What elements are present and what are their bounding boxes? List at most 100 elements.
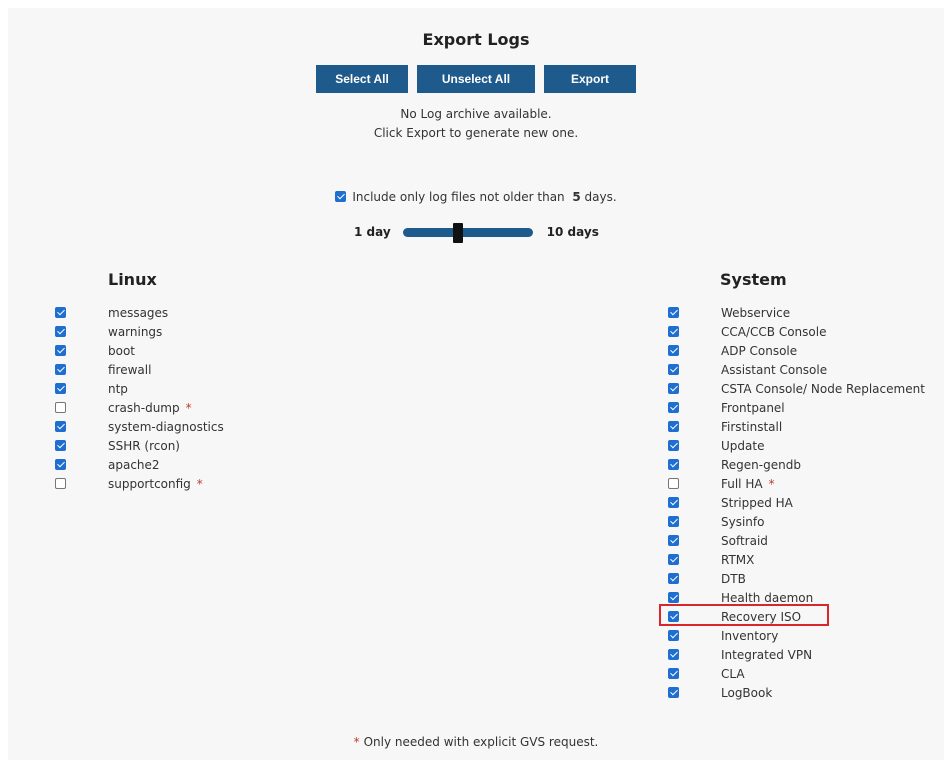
linux-log-item: system-diagnostics bbox=[8, 417, 468, 436]
linux-log-label: system-diagnostics bbox=[108, 419, 224, 434]
system-log-label: CSTA Console/ Node Replacement bbox=[721, 381, 925, 396]
system-log-item: CSTA Console/ Node Replacement bbox=[620, 379, 944, 398]
system-log-item: DTB bbox=[620, 569, 944, 588]
linux-log-label: ntp bbox=[108, 381, 128, 396]
system-log-checkbox[interactable] bbox=[668, 573, 679, 584]
linux-log-checkbox[interactable] bbox=[55, 345, 66, 356]
system-log-checkbox[interactable] bbox=[668, 554, 679, 565]
system-log-checkbox[interactable] bbox=[668, 383, 679, 394]
linux-log-checkbox[interactable] bbox=[55, 459, 66, 470]
slider-min-label: 1 day bbox=[354, 225, 391, 239]
system-log-checkbox[interactable] bbox=[668, 345, 679, 356]
linux-log-checkbox[interactable] bbox=[55, 307, 66, 318]
days-slider-track[interactable] bbox=[402, 222, 533, 243]
age-filter-suffix: days. bbox=[584, 190, 617, 204]
linux-log-label: apache2 bbox=[108, 457, 160, 472]
linux-log-item: warnings bbox=[8, 322, 468, 341]
linux-log-label: firewall bbox=[108, 362, 152, 377]
days-slider-row: 1 day 10 days bbox=[354, 220, 599, 244]
system-log-label: CCA/CCB Console bbox=[721, 324, 827, 339]
system-log-checkbox[interactable] bbox=[668, 478, 679, 489]
system-log-label: Integrated VPN bbox=[721, 647, 813, 662]
system-log-item: Integrated VPN bbox=[620, 645, 944, 664]
system-log-label: Firstinstall bbox=[721, 419, 783, 434]
linux-log-item: boot bbox=[8, 341, 468, 360]
linux-log-list: messages warnings boot firewall ntp crash-dum… bbox=[8, 303, 468, 493]
system-log-item: Full HA * bbox=[620, 474, 944, 493]
system-log-checkbox[interactable] bbox=[668, 307, 679, 318]
export-button[interactable]: Export bbox=[544, 65, 636, 93]
age-filter-days: 5 bbox=[572, 190, 581, 204]
system-log-checkbox[interactable] bbox=[668, 687, 679, 698]
system-log-item: Sysinfo bbox=[620, 512, 944, 531]
system-log-label: LogBook bbox=[721, 685, 773, 700]
linux-log-label: supportconfig * bbox=[108, 476, 203, 491]
age-filter-checkbox[interactable] bbox=[335, 191, 347, 202]
system-log-item: Inventory bbox=[620, 626, 944, 645]
status-message-line2: Click Export to generate new one. bbox=[373, 126, 579, 140]
system-log-item: Stripped HA bbox=[620, 493, 944, 512]
system-log-checkbox[interactable] bbox=[668, 649, 679, 660]
system-log-label: RTMX bbox=[721, 552, 755, 567]
system-log-item: Webservice bbox=[620, 303, 944, 322]
status-message-line1: No Log archive available. bbox=[400, 107, 552, 121]
page-title: Export Logs bbox=[422, 30, 530, 49]
footnote-star: * bbox=[353, 735, 360, 749]
system-log-checkbox[interactable] bbox=[668, 402, 679, 413]
slider-max-label: 10 days bbox=[546, 225, 599, 239]
unselect-all-button[interactable]: Unselect All bbox=[417, 65, 535, 93]
action-buttons: Select All Unselect All Export bbox=[8, 65, 944, 93]
linux-log-label: boot bbox=[108, 343, 136, 358]
system-log-checkbox[interactable] bbox=[668, 421, 679, 432]
system-log-checkbox[interactable] bbox=[668, 497, 679, 508]
system-log-checkbox[interactable] bbox=[668, 535, 679, 546]
system-log-checkbox[interactable] bbox=[668, 364, 679, 375]
system-log-label: Inventory bbox=[721, 628, 779, 643]
system-log-label: Regen-gendb bbox=[721, 457, 801, 472]
linux-log-item: firewall bbox=[8, 360, 468, 379]
linux-log-label: SSHR (rcon) bbox=[108, 438, 180, 453]
system-log-checkbox[interactable] bbox=[668, 326, 679, 337]
linux-log-item: supportconfig * bbox=[8, 474, 468, 493]
system-log-checkbox[interactable] bbox=[668, 516, 679, 527]
linux-log-checkbox[interactable] bbox=[55, 402, 66, 413]
linux-log-checkbox[interactable] bbox=[55, 421, 66, 432]
system-log-item: Softraid bbox=[620, 531, 944, 550]
system-log-checkbox[interactable] bbox=[668, 592, 679, 603]
system-log-checkbox[interactable] bbox=[668, 630, 679, 641]
linux-log-item: crash-dump * bbox=[8, 398, 468, 417]
linux-log-label: crash-dump * bbox=[108, 400, 192, 415]
select-all-button[interactable]: Select All bbox=[316, 65, 408, 93]
linux-log-checkbox[interactable] bbox=[55, 478, 66, 489]
system-log-item: ADP Console bbox=[620, 341, 944, 360]
system-log-label: Frontpanel bbox=[721, 400, 785, 415]
linux-log-item: messages bbox=[8, 303, 468, 322]
system-log-checkbox[interactable] bbox=[668, 459, 679, 470]
system-log-item: Regen-gendb bbox=[620, 455, 944, 474]
system-log-item: Update bbox=[620, 436, 944, 455]
system-log-checkbox[interactable] bbox=[668, 668, 679, 679]
system-log-label: Full HA * bbox=[721, 476, 775, 491]
system-log-checkbox[interactable] bbox=[668, 440, 679, 451]
linux-log-item: apache2 bbox=[8, 455, 468, 474]
linux-log-checkbox[interactable] bbox=[55, 326, 66, 337]
linux-log-checkbox[interactable] bbox=[55, 440, 66, 451]
footnote: * Only needed with explicit GVS request. bbox=[8, 735, 944, 749]
system-log-label: Sysinfo bbox=[721, 514, 765, 529]
required-star-icon: * bbox=[196, 476, 203, 491]
linux-log-checkbox[interactable] bbox=[55, 383, 66, 394]
system-log-item: Firstinstall bbox=[620, 417, 944, 436]
system-log-item: Assistant Console bbox=[620, 360, 944, 379]
system-log-label: Update bbox=[721, 438, 765, 453]
system-log-item: RTMX bbox=[620, 550, 944, 569]
recovery-iso-highlight-box bbox=[659, 604, 829, 626]
linux-log-checkbox[interactable] bbox=[55, 364, 66, 375]
required-star-icon: * bbox=[185, 400, 192, 415]
days-slider-handle[interactable] bbox=[452, 222, 463, 243]
system-log-label: Webservice bbox=[721, 305, 791, 320]
linux-log-item: ntp bbox=[8, 379, 468, 398]
system-log-label: Softraid bbox=[721, 533, 768, 548]
linux-log-item: SSHR (rcon) bbox=[8, 436, 468, 455]
export-logs-panel: Export Logs Select All Unselect All Expo… bbox=[8, 8, 944, 760]
system-log-label: Assistant Console bbox=[721, 362, 828, 377]
